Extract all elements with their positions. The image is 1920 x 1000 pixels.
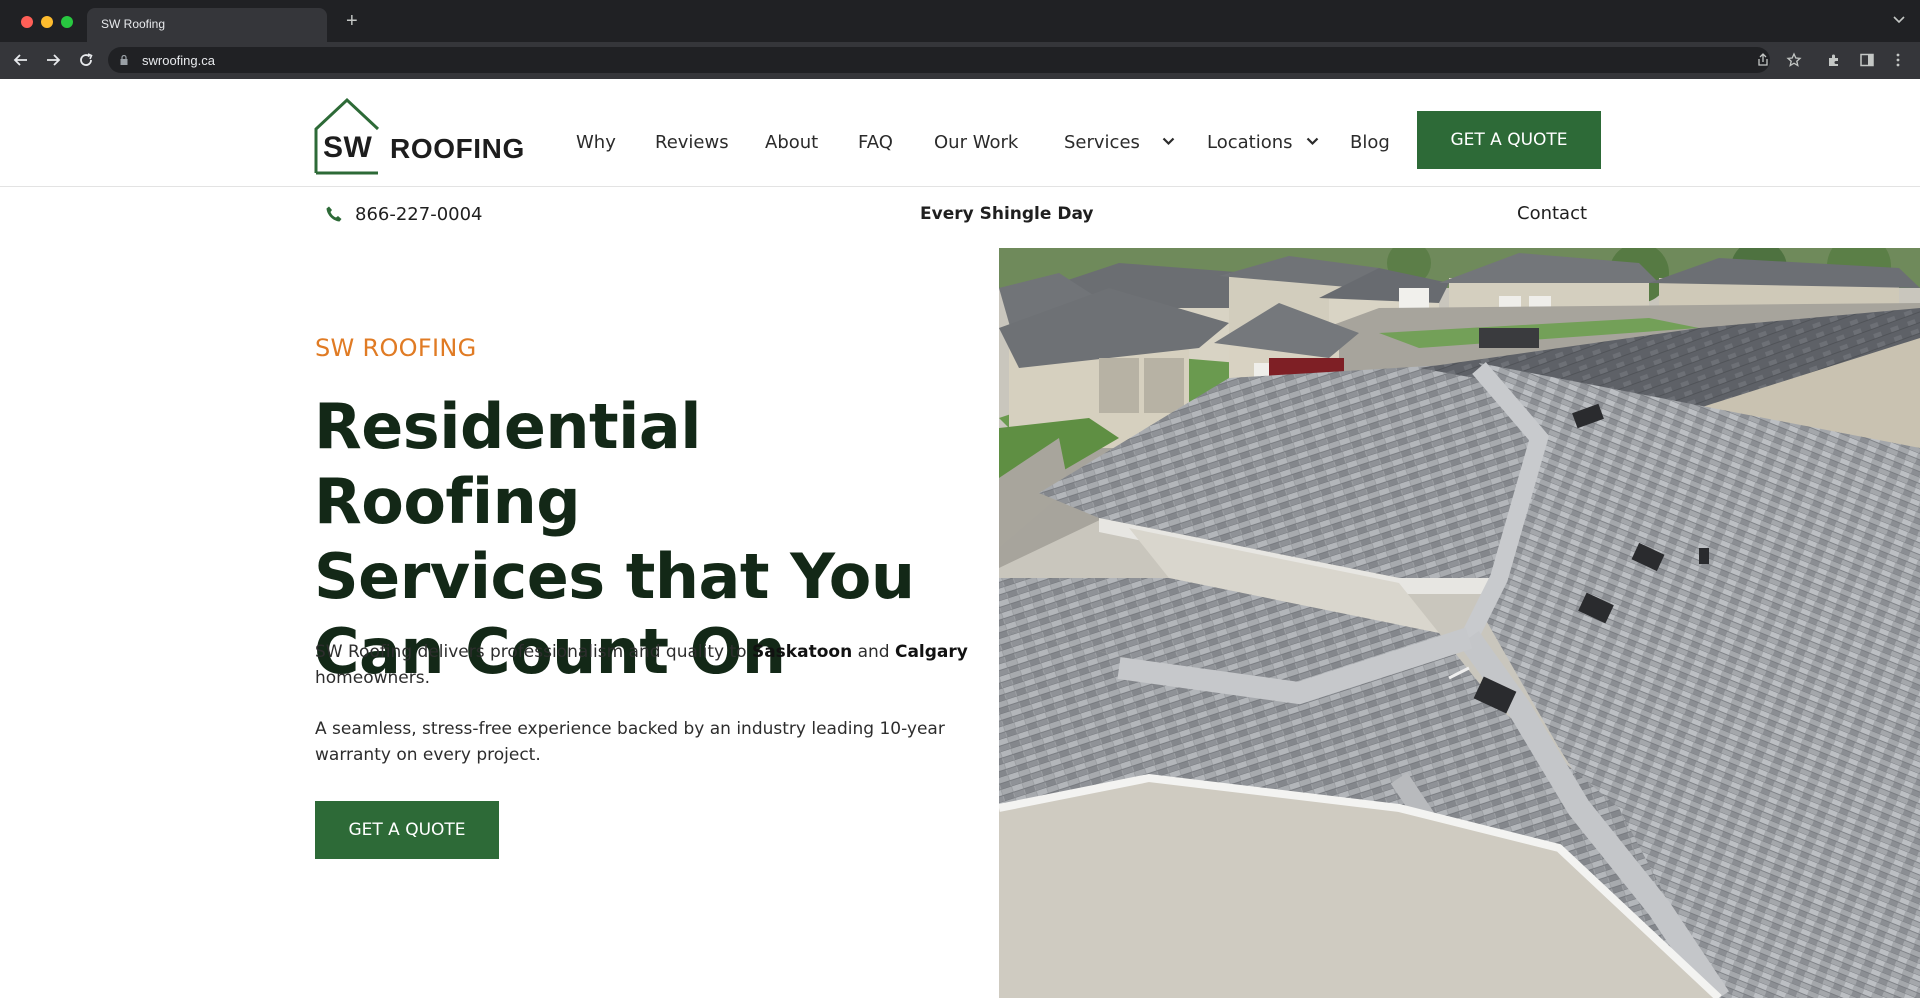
extensions-icon[interactable] bbox=[1826, 52, 1842, 68]
kebab-menu-icon[interactable] bbox=[1890, 52, 1906, 68]
hero-warranty-paragraph: A seamless, stress-free experience backe… bbox=[315, 719, 945, 765]
contact-link[interactable]: Contact bbox=[1517, 203, 1587, 224]
intro-text-and: and bbox=[852, 642, 895, 662]
hero-headline-line-1: Residential Roofing bbox=[314, 390, 702, 538]
sidebar-icon[interactable] bbox=[1859, 52, 1875, 68]
header-get-a-quote-button[interactable]: GET A QUOTE bbox=[1417, 111, 1601, 169]
url-text: swroofing.ca bbox=[142, 53, 215, 68]
back-icon[interactable] bbox=[12, 51, 30, 69]
info-bar: 866-227-0004 Every Shingle Day Contact bbox=[0, 187, 1920, 242]
maximize-window-button[interactable] bbox=[61, 16, 73, 28]
city-saskatoon: Saskatoon bbox=[751, 642, 853, 662]
share-icon[interactable] bbox=[1755, 52, 1771, 68]
nav-why[interactable]: Why bbox=[576, 132, 616, 153]
nav-faq[interactable]: FAQ bbox=[858, 132, 893, 153]
nav-reviews[interactable]: Reviews bbox=[655, 132, 729, 153]
forward-icon[interactable] bbox=[44, 51, 62, 69]
address-bar[interactable]: swroofing.ca bbox=[108, 47, 1802, 73]
roof-illustration bbox=[999, 248, 1920, 998]
intro-text-a: SW Roofing delivers professionalism and … bbox=[315, 642, 752, 662]
hero-headline-line-2: Services that You bbox=[314, 540, 915, 613]
site-logo[interactable]: SW ROOFING bbox=[314, 97, 524, 175]
minimize-window-button[interactable] bbox=[41, 16, 53, 28]
browser-toolbar: swroofing.ca bbox=[0, 42, 1920, 79]
hero-eyebrow: SW ROOFING bbox=[315, 334, 477, 362]
tagline: Every Shingle Day bbox=[920, 204, 1094, 224]
site-header: SW ROOFING Why Reviews About FAQ Our Wor… bbox=[0, 79, 1920, 187]
chevron-down-icon bbox=[1162, 137, 1174, 146]
tab-search-chevron-icon[interactable] bbox=[1892, 12, 1906, 26]
new-tab-button[interactable]: + bbox=[346, 11, 358, 31]
lock-icon bbox=[120, 55, 128, 65]
city-calgary: Calgary bbox=[894, 642, 968, 662]
logo-sw-text: SW bbox=[323, 131, 373, 164]
nav-services[interactable]: Services bbox=[1064, 132, 1175, 153]
intro-text-b: homeowners. bbox=[315, 668, 430, 688]
reload-icon[interactable] bbox=[77, 51, 95, 69]
hero-get-a-quote-button[interactable]: GET A QUOTE bbox=[315, 801, 499, 859]
phone-icon bbox=[326, 206, 342, 222]
nav-about[interactable]: About bbox=[765, 132, 818, 153]
tab-strip: SW Roofing + bbox=[0, 0, 1920, 42]
hero-intro-paragraph: SW Roofing delivers professionalism and … bbox=[315, 639, 975, 691]
tab-title: SW Roofing bbox=[101, 17, 166, 31]
logo-roofing-text: ROOFING bbox=[390, 133, 525, 164]
hero-roof-photo bbox=[999, 248, 1920, 998]
browser-tab[interactable]: SW Roofing bbox=[87, 8, 327, 42]
bookmark-star-icon[interactable] bbox=[1786, 52, 1802, 68]
nav-locations-label: Locations bbox=[1207, 132, 1293, 153]
nav-our-work[interactable]: Our Work bbox=[934, 132, 1018, 153]
nav-blog[interactable]: Blog bbox=[1350, 132, 1390, 153]
close-window-button[interactable] bbox=[21, 16, 33, 28]
nav-locations[interactable]: Locations bbox=[1207, 132, 1319, 153]
chevron-down-icon bbox=[1306, 137, 1319, 146]
browser-chrome: SW Roofing + swroofing.ca bbox=[0, 0, 1920, 79]
nav-services-label: Services bbox=[1064, 132, 1140, 153]
web-page: SW ROOFING Why Reviews About FAQ Our Wor… bbox=[0, 79, 1920, 1000]
phone-number-link[interactable]: 866-227-0004 bbox=[355, 204, 483, 225]
